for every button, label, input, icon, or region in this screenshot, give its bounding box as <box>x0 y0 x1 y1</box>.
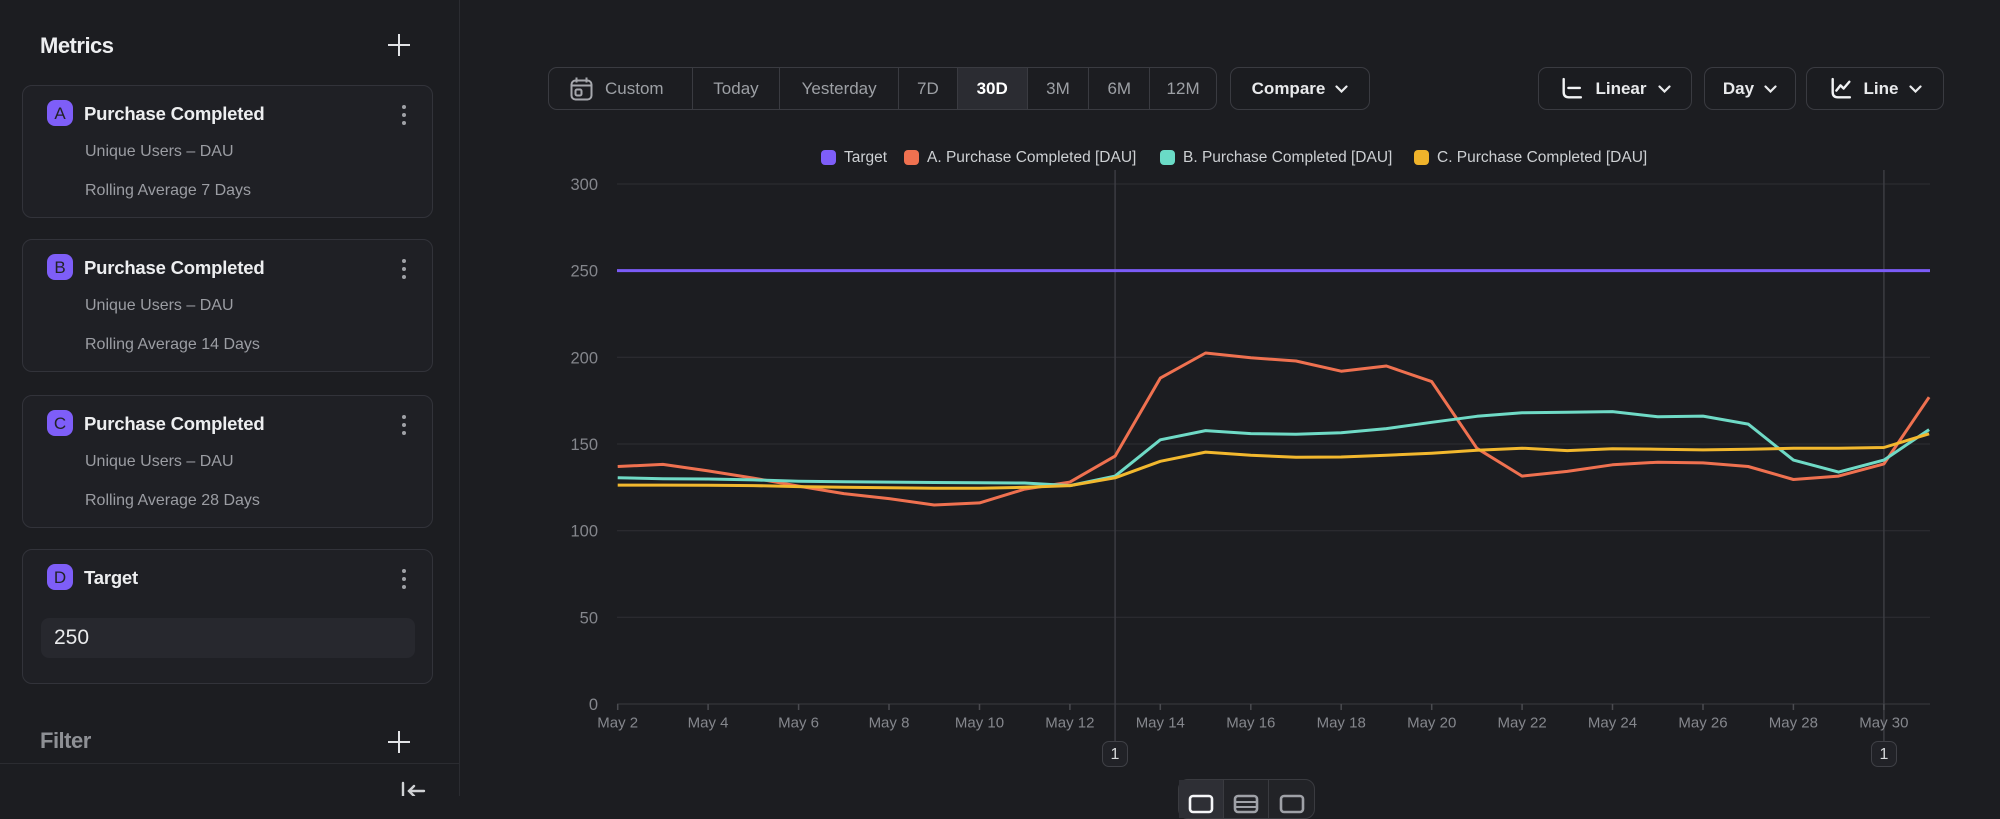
svg-text:May 28: May 28 <box>1769 715 1818 732</box>
svg-text:May 18: May 18 <box>1317 715 1366 732</box>
svg-text:May 12: May 12 <box>1045 715 1094 732</box>
svg-text:100: 100 <box>570 523 598 541</box>
svg-text:150: 150 <box>570 436 598 454</box>
svg-text:May 16: May 16 <box>1226 715 1275 732</box>
svg-text:May 2: May 2 <box>597 715 638 732</box>
svg-text:0: 0 <box>589 696 598 714</box>
svg-text:May 30: May 30 <box>1859 715 1908 732</box>
svg-text:May 6: May 6 <box>778 715 819 732</box>
svg-text:50: 50 <box>580 609 598 627</box>
svg-text:May 26: May 26 <box>1678 715 1727 732</box>
svg-text:May 10: May 10 <box>955 715 1004 732</box>
svg-text:May 24: May 24 <box>1588 715 1637 732</box>
svg-text:May 8: May 8 <box>869 715 910 732</box>
svg-text:250: 250 <box>570 263 598 281</box>
svg-text:200: 200 <box>570 349 598 367</box>
svg-text:May 20: May 20 <box>1407 715 1456 732</box>
svg-text:300: 300 <box>570 176 598 194</box>
svg-text:May 4: May 4 <box>688 715 729 732</box>
svg-text:May 22: May 22 <box>1497 715 1546 732</box>
svg-text:May 14: May 14 <box>1136 715 1185 732</box>
